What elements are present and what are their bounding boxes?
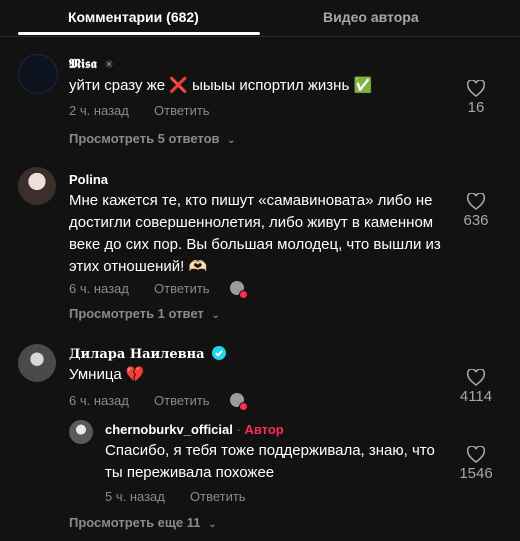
view-replies-label: Просмотреть 5 ответов [69, 131, 220, 146]
like-button[interactable]: 4114 [452, 369, 500, 405]
like-count: 1546 [459, 465, 493, 482]
tab-author-videos[interactable]: Видео автора [323, 9, 419, 25]
separator: · [232, 422, 245, 437]
comment-author-name[interactable]: Polina [69, 172, 108, 187]
comment-text: уйти сразу же ❌ ыыыы испортил жизнь ✅ [69, 77, 373, 94]
avatar[interactable] [69, 420, 93, 444]
tab-comments[interactable]: Комментарии (682) [68, 9, 199, 25]
reply-time: 5 ч. назад [105, 489, 165, 504]
tab-bar: Комментарии (682) Видео автора [0, 0, 520, 37]
heart-icon [467, 80, 485, 97]
chevron-down-icon: ⌄ [208, 519, 217, 530]
like-count: 4114 [459, 388, 493, 405]
comment-text: Мне кажется те, кто пишут «самавиноватa»… [69, 192, 441, 275]
avatar[interactable] [18, 167, 56, 205]
active-tab-indicator [18, 32, 260, 35]
avatar[interactable] [18, 54, 58, 94]
view-more-replies-button[interactable]: Просмотреть еще 11 ⌄ [69, 515, 216, 530]
view-replies-button[interactable]: Просмотреть 5 ответов ⌄ [69, 131, 236, 146]
view-replies-label: Просмотреть 1 ответ [69, 306, 204, 321]
comment-author[interactable]: 𝕸𝖎𝖘𝖆 ✳ [69, 56, 114, 72]
comment-time: 6 ч. назад [69, 393, 129, 408]
comment-author-name: 𝕸𝖎𝖘𝖆 [69, 56, 97, 71]
reply-author[interactable]: chernoburkv_official · Автор [105, 422, 284, 437]
verified-icon [212, 346, 227, 360]
heart-icon [239, 290, 248, 299]
reply-button[interactable]: Ответить [190, 489, 246, 504]
view-replies-label: Просмотреть еще 11 [69, 515, 201, 530]
chevron-down-icon: ⌄ [211, 310, 220, 321]
author-badge: Автор [244, 422, 284, 437]
view-replies-button[interactable]: Просмотреть 1 ответ ⌄ [69, 306, 220, 321]
comment-author[interactable]: Дилара Наилевна [69, 346, 227, 362]
reply-button[interactable]: Ответить [154, 103, 210, 118]
like-count: 636 [463, 212, 489, 229]
heart-icon [239, 402, 248, 411]
reply-button[interactable]: Ответить [154, 281, 210, 296]
creator-liked-avatar [230, 393, 248, 411]
like-count: 16 [467, 99, 485, 116]
creator-liked-avatar [230, 281, 248, 299]
like-button[interactable]: 1546 [452, 446, 500, 482]
heart-icon [467, 446, 485, 463]
chevron-down-icon: ⌄ [227, 135, 236, 146]
heart-icon [467, 369, 485, 386]
like-button[interactable]: 16 [452, 80, 500, 116]
comment-author-name: Дилара Наилевна [69, 347, 205, 362]
comment-text: Умница 💔 [69, 366, 145, 383]
reply-text: Спасибо, я тебя тоже поддерживала, знаю,… [105, 442, 435, 481]
like-button[interactable]: 636 [452, 193, 500, 229]
comment-time: 6 ч. назад [69, 281, 129, 296]
reply-button[interactable]: Ответить [154, 393, 210, 408]
spider-icon: ✳ [104, 59, 114, 71]
avatar[interactable] [18, 344, 56, 382]
comment-time: 2 ч. назад [69, 103, 129, 118]
reply-author-name: chernoburkv_official [105, 422, 233, 437]
heart-icon [467, 193, 485, 210]
